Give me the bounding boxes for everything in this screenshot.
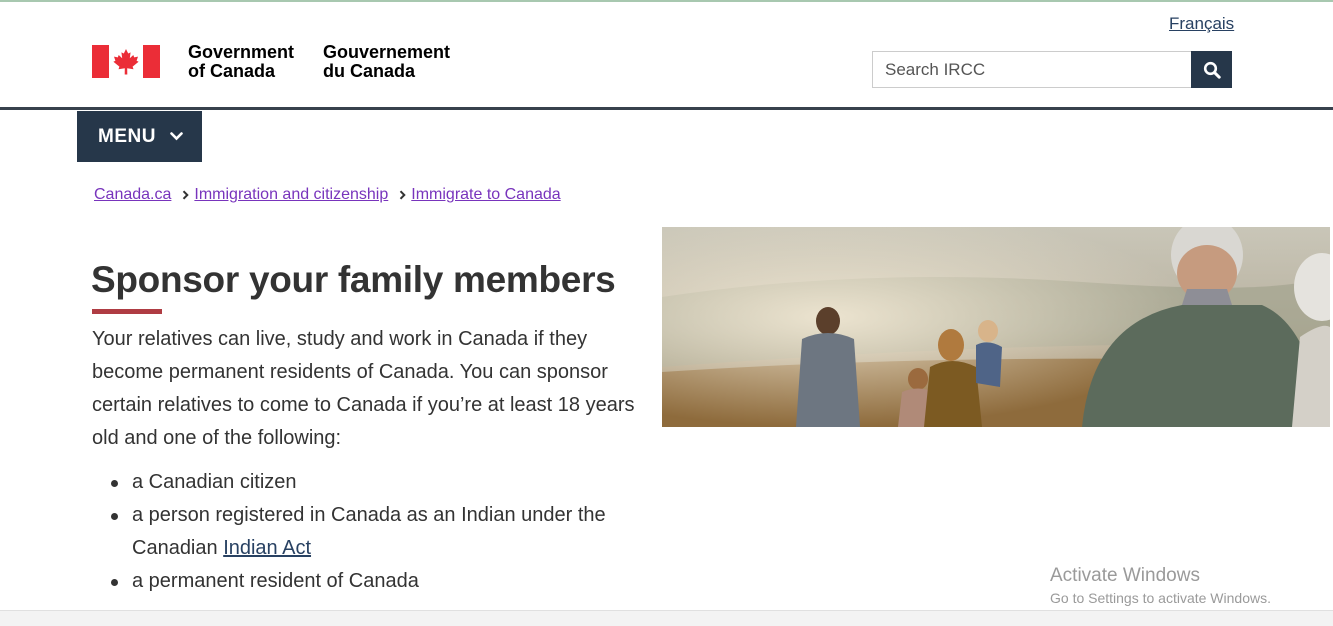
bullet-icon [111, 480, 118, 487]
eligibility-list: a Canadian citizen a person registered i… [92, 466, 652, 598]
intro-paragraph: Your relatives can live, study and work … [92, 328, 635, 449]
list-item: a Canadian citizen [92, 466, 652, 499]
activate-windows-watermark: Activate Windows Go to Settings to activ… [1050, 565, 1271, 606]
breadcrumb-link-canada[interactable]: Canada.ca [94, 186, 171, 204]
menu-label: MENU [98, 125, 156, 147]
bullet-icon [111, 513, 118, 520]
canada-flag-icon [92, 45, 160, 78]
wordmark-en-line2: of Canada [188, 61, 276, 81]
list-item-text: a permanent resident of Canada [132, 570, 419, 592]
breadcrumb: Canada.ca Immigration and citizenship Im… [94, 186, 561, 204]
search-input[interactable] [872, 51, 1192, 88]
language-toggle-link[interactable]: Français [1169, 14, 1234, 34]
indian-act-link[interactable]: Indian Act [223, 537, 311, 559]
site-header: Français Government of Canada Gouverneme… [0, 2, 1333, 110]
page-title: Sponsor your family members [91, 259, 616, 300]
wordmark-fr-line1: Gouvernement [323, 42, 451, 62]
list-item-text: a person registered in Canada as an Indi… [132, 504, 606, 559]
title-underline [92, 309, 162, 314]
list-item-text: a Canadian citizen [132, 471, 297, 493]
search-icon [1203, 61, 1221, 79]
chevron-right-icon [399, 190, 406, 200]
search-button[interactable] [1191, 51, 1232, 88]
watermark-title: Activate Windows [1050, 565, 1200, 586]
list-item: a person registered in Canada as an Indi… [92, 499, 652, 565]
bullet-icon [111, 579, 118, 586]
bottom-scroll-edge [0, 610, 1333, 626]
chevron-down-icon [170, 132, 183, 141]
list-item: a permanent resident of Canada [92, 565, 652, 598]
watermark-subtitle: Go to Settings to activate Windows. [1050, 590, 1271, 606]
wordmark-en-line1: Government [188, 42, 295, 62]
wordmark-french: Gouvernement du Canada [323, 43, 450, 81]
hero-image-family [662, 227, 1330, 427]
wordmark-english: Government of Canada [188, 43, 294, 81]
breadcrumb-link-immigration[interactable]: Immigration and citizenship [194, 186, 388, 204]
menu-button[interactable]: MENU [77, 111, 202, 162]
chevron-right-icon [182, 190, 190, 200]
breadcrumb-link-immigrate[interactable]: Immigrate to Canada [411, 186, 560, 204]
wordmark-fr-line2: du Canada [323, 61, 416, 81]
